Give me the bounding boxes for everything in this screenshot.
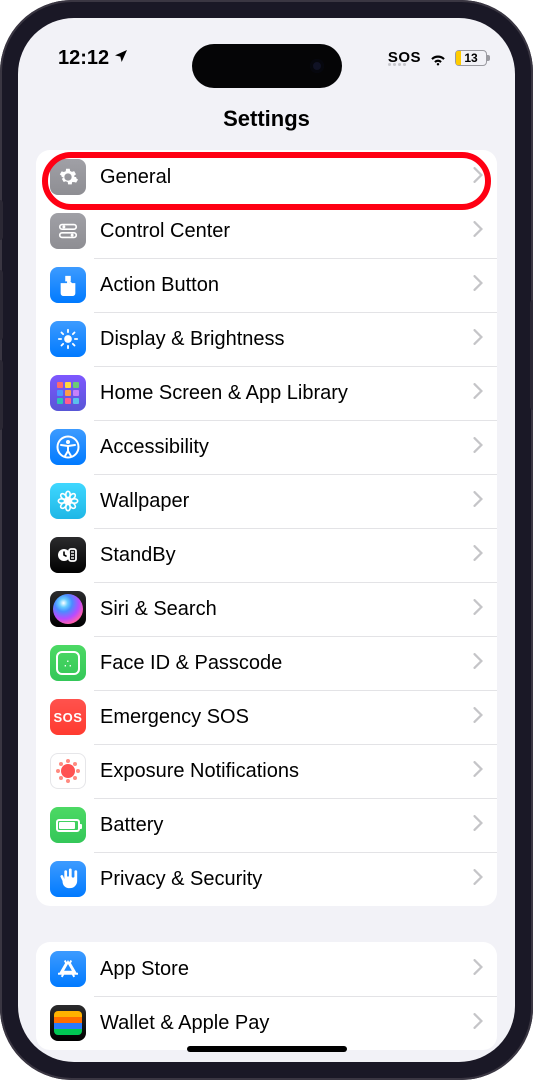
row-label: Control Center xyxy=(100,220,473,243)
gear-icon xyxy=(50,159,86,195)
mute-switch xyxy=(0,200,3,240)
dynamic-island xyxy=(192,44,342,88)
location-icon xyxy=(113,47,129,70)
sos-indicator: SOS xyxy=(388,50,421,66)
row-label: General xyxy=(100,166,473,189)
switches-icon xyxy=(50,213,86,249)
settings-group: App Store Wallet & Apple Pay xyxy=(36,942,497,1050)
chevron-right-icon xyxy=(473,707,483,728)
faceid-icon xyxy=(50,645,86,681)
settings-row-wallpaper[interactable]: Wallpaper xyxy=(36,474,497,528)
hand-icon xyxy=(50,861,86,897)
row-label: Privacy & Security xyxy=(100,868,473,891)
row-label: StandBy xyxy=(100,544,473,567)
status-left: 12:12 xyxy=(58,47,129,70)
settings-row-wallet[interactable]: Wallet & Apple Pay xyxy=(36,996,497,1050)
row-label: Exposure Notifications xyxy=(100,760,473,783)
chevron-right-icon xyxy=(473,761,483,782)
settings-row-exposure[interactable]: Exposure Notifications xyxy=(36,744,497,798)
chevron-right-icon xyxy=(473,545,483,566)
settings-row-home-screen[interactable]: Home Screen & App Library xyxy=(36,366,497,420)
grid-icon xyxy=(50,375,86,411)
volume-down-button xyxy=(0,360,3,430)
clock: 12:12 xyxy=(58,47,109,70)
siri-icon xyxy=(50,591,86,627)
chevron-right-icon xyxy=(473,1013,483,1034)
battery-icon: 13 xyxy=(455,50,487,66)
row-label: Emergency SOS xyxy=(100,706,473,729)
row-label: Wallet & Apple Pay xyxy=(100,1012,473,1035)
chevron-right-icon xyxy=(473,221,483,242)
row-label: Accessibility xyxy=(100,436,473,459)
sun-icon xyxy=(50,321,86,357)
standby-icon xyxy=(50,537,86,573)
accessibility-icon xyxy=(50,429,86,465)
chevron-right-icon xyxy=(473,815,483,836)
chevron-right-icon xyxy=(473,653,483,674)
chevron-right-icon xyxy=(473,329,483,350)
page-title: Settings xyxy=(18,78,515,150)
chevron-right-icon xyxy=(473,437,483,458)
exposure-icon xyxy=(50,753,86,789)
chevron-right-icon xyxy=(473,275,483,296)
settings-group: General Control Center Action Button Displa… xyxy=(36,150,497,906)
row-label: Action Button xyxy=(100,274,473,297)
row-label: Siri & Search xyxy=(100,598,473,621)
wallet-icon xyxy=(50,1005,86,1041)
settings-row-siri[interactable]: Siri & Search xyxy=(36,582,497,636)
chevron-right-icon xyxy=(473,167,483,188)
settings-row-faceid[interactable]: Face ID & Passcode xyxy=(36,636,497,690)
settings-row-privacy[interactable]: Privacy & Security xyxy=(36,852,497,906)
chevron-right-icon xyxy=(473,959,483,980)
settings-row-app-store[interactable]: App Store xyxy=(36,942,497,996)
chevron-right-icon xyxy=(473,491,483,512)
chevron-right-icon xyxy=(473,869,483,890)
front-camera xyxy=(310,59,324,73)
scroll-area[interactable]: Settings General Control Center Action But… xyxy=(18,78,515,1062)
settings-row-standby[interactable]: StandBy xyxy=(36,528,497,582)
row-label: App Store xyxy=(100,958,473,981)
settings-row-general[interactable]: General xyxy=(36,150,497,204)
settings-row-sos[interactable]: SOS Emergency SOS xyxy=(36,690,497,744)
home-indicator[interactable] xyxy=(187,1046,347,1052)
row-label: Home Screen & App Library xyxy=(100,382,473,405)
settings-row-battery[interactable]: Battery xyxy=(36,798,497,852)
settings-row-accessibility[interactable]: Accessibility xyxy=(36,420,497,474)
settings-row-action-button[interactable]: Action Button xyxy=(36,258,497,312)
action-icon xyxy=(50,267,86,303)
battery-icon xyxy=(50,807,86,843)
sos-icon: SOS xyxy=(50,699,86,735)
chevron-right-icon xyxy=(473,383,483,404)
settings-row-display[interactable]: Display & Brightness xyxy=(36,312,497,366)
flower-icon xyxy=(50,483,86,519)
row-label: Face ID & Passcode xyxy=(100,652,473,675)
device-frame: 12:12 SOS xyxy=(0,0,533,1080)
screen: 12:12 SOS xyxy=(18,18,515,1062)
chevron-right-icon xyxy=(473,599,483,620)
volume-up-button xyxy=(0,270,3,340)
row-label: Display & Brightness xyxy=(100,328,473,351)
row-label: Wallpaper xyxy=(100,490,473,513)
battery-percent: 13 xyxy=(456,51,486,65)
settings-row-control-center[interactable]: Control Center xyxy=(36,204,497,258)
status-right: SOS 13 xyxy=(388,50,487,66)
row-label: Battery xyxy=(100,814,473,837)
wifi-icon xyxy=(428,50,448,66)
appstore-icon xyxy=(50,951,86,987)
